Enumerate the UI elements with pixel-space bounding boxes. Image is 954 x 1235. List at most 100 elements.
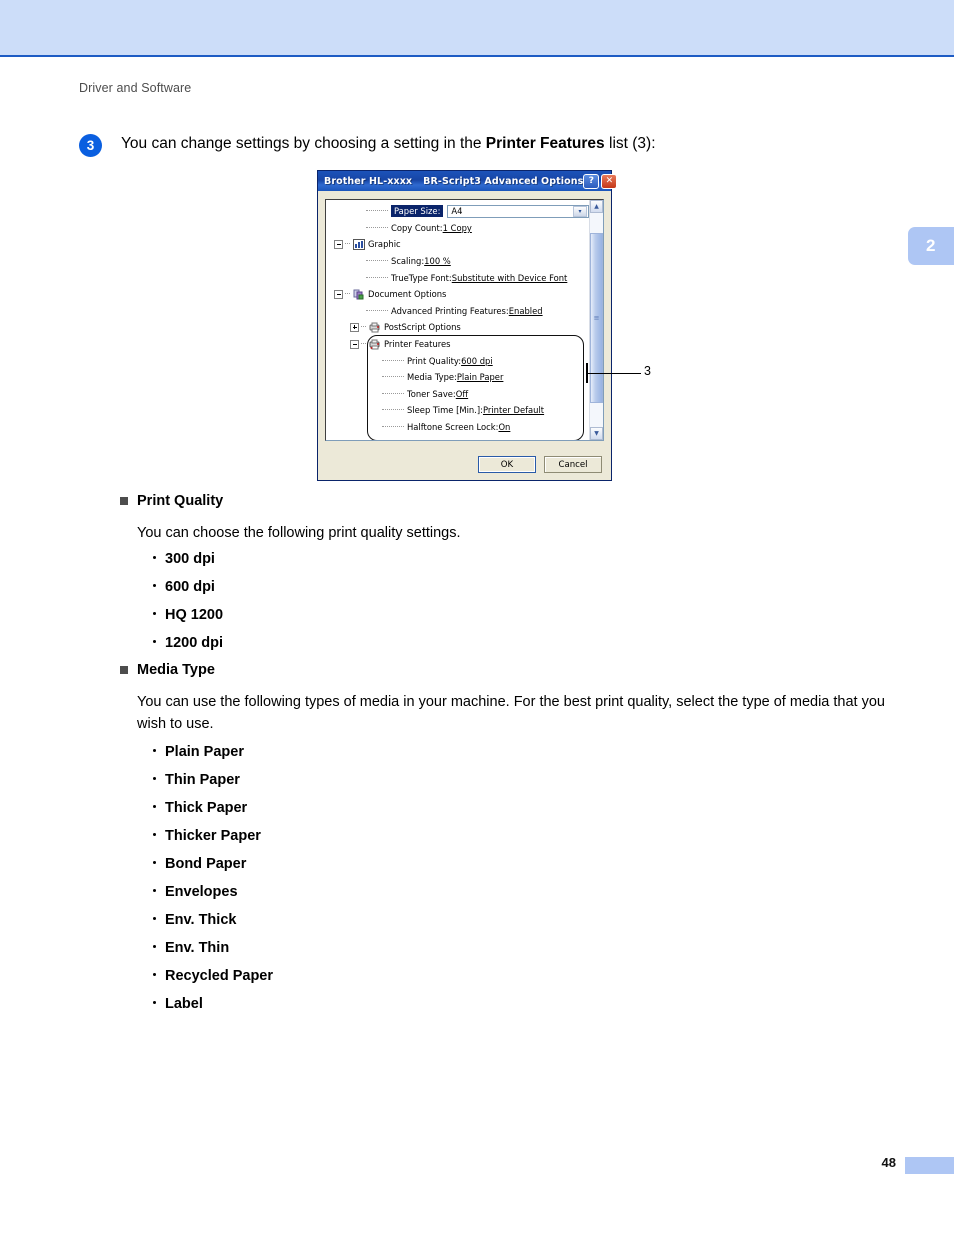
list-item-label: Thicker Paper xyxy=(165,828,261,844)
tree-list[interactable]: Paper Size: A4 ▾ Copy Count: 1 Copy Graphic S… xyxy=(326,200,589,440)
paper-size-value: A4 xyxy=(451,206,463,217)
step-3-row: 3 You can change settings by choosing a … xyxy=(79,133,879,157)
tree-item[interactable]: Sleep Time [Min.]: Printer Default xyxy=(326,402,589,419)
bullet-dot-icon xyxy=(153,945,156,948)
tree-item-value[interactable]: Plain Paper xyxy=(457,372,504,382)
section-paragraph: You can use the following types of media… xyxy=(137,694,885,732)
tree-item[interactable]: Copy Count: 1 Copy xyxy=(326,220,589,237)
scrollbar-track[interactable]: ≡ xyxy=(590,213,603,427)
square-bullet-icon xyxy=(120,497,128,505)
list-item: Recycled Paper xyxy=(153,968,273,996)
tree-connector xyxy=(382,359,404,362)
callout-3: 3 xyxy=(586,363,656,383)
tree-item-label: PostScript Options xyxy=(384,322,461,333)
titlebar-buttons: ? ✕ xyxy=(583,173,618,189)
paper-size-combobox[interactable]: A4 ▾ xyxy=(447,204,589,218)
tree-item[interactable]: PostScript Options xyxy=(326,319,589,336)
bullet-dot-icon xyxy=(153,777,156,780)
tree-item-value[interactable]: Off xyxy=(525,439,537,440)
tree-item-value[interactable]: Printer Default xyxy=(483,405,544,415)
bullet-dot-icon xyxy=(153,749,156,752)
list-item-label: HQ 1200 xyxy=(165,607,224,623)
tree-connector xyxy=(361,326,366,328)
tree-item-label: Advanced Printing Features: xyxy=(391,305,509,316)
chevron-down-icon[interactable]: ▾ xyxy=(573,205,587,217)
list-item: HQ 1200 xyxy=(153,607,223,635)
step-text-after: list (3): xyxy=(604,135,656,152)
running-head: Driver and Software xyxy=(79,81,192,95)
tree-item[interactable]: TrueType Font: Substitute with Device Fo… xyxy=(326,269,589,286)
list-item: 300 dpi xyxy=(153,551,223,579)
tree-item-label: Media Type: xyxy=(407,372,457,383)
list-item: Env. Thin xyxy=(153,940,273,968)
tree-item[interactable]: Printer Features xyxy=(326,336,589,353)
step-instruction-text: You can change settings by choosing a se… xyxy=(121,133,656,154)
tree-item[interactable]: Toner Save: Off xyxy=(326,386,589,403)
tree-item[interactable]: High Quality Image Printing: Off xyxy=(326,435,589,440)
bullet-dot-icon xyxy=(153,805,156,808)
graphic-icon xyxy=(353,238,365,250)
tree-item[interactable]: Paper Size: A4 ▾ xyxy=(326,203,589,220)
collapse-icon[interactable] xyxy=(350,339,359,349)
tree-item-label: Copy Count: xyxy=(391,222,443,233)
dialog-titlebar[interactable]: Brother HL-xxxx BR-Script3 Advanced Optio… xyxy=(318,171,618,191)
tree-connector xyxy=(382,392,404,395)
help-icon[interactable]: ? xyxy=(583,173,600,189)
list-item-label: 1200 dpi xyxy=(165,635,224,651)
tree-item[interactable]: Graphic xyxy=(326,236,589,253)
tree-item-value[interactable]: Off xyxy=(456,389,468,399)
bullet-dot-icon xyxy=(153,889,156,892)
tree-item[interactable]: Scaling: 100 % xyxy=(326,253,589,270)
tree-item[interactable]: Print Quality: 600 dpi xyxy=(326,352,589,369)
tree-item-value[interactable]: On xyxy=(498,422,510,432)
document-options-icon xyxy=(353,289,365,300)
tree-item-label: Halftone Screen Lock: xyxy=(407,422,499,433)
tree-item[interactable]: Media Type: Plain Paper xyxy=(326,369,589,386)
tree-item-label: High Quality Image Printing: xyxy=(407,439,525,440)
dialog-button-row: OK Cancel xyxy=(478,456,602,473)
section-heading: Media Type xyxy=(120,662,215,678)
cancel-button[interactable]: Cancel xyxy=(544,456,602,473)
list-item-label: Plain Paper xyxy=(165,744,244,760)
collapse-icon[interactable] xyxy=(334,239,343,249)
section-bullet-list: 300 dpi 600 dpi HQ 1200 1200 dpi xyxy=(153,551,223,663)
tree-item-label: TrueType Font: xyxy=(391,272,452,283)
bullet-dot-icon xyxy=(153,861,156,864)
expand-icon[interactable] xyxy=(350,322,359,332)
step-text-bold: Printer Features xyxy=(485,135,605,152)
list-item-label: Envelopes xyxy=(165,884,238,900)
scroll-up-icon[interactable]: ▲ xyxy=(590,200,603,213)
list-item-label: Label xyxy=(165,996,203,1012)
list-item: Bond Paper xyxy=(153,856,273,884)
scroll-down-icon[interactable]: ▼ xyxy=(590,427,603,440)
list-item: Thick Paper xyxy=(153,800,273,828)
collapse-icon[interactable] xyxy=(334,289,343,299)
callout-number: 3 xyxy=(644,364,651,378)
list-item: Envelopes xyxy=(153,884,273,912)
tree-connector xyxy=(366,226,388,229)
page-footer: 48 xyxy=(0,1155,954,1185)
advanced-options-tree[interactable]: Paper Size: A4 ▾ Copy Count: 1 Copy Graphic S… xyxy=(325,199,604,441)
tree-connector xyxy=(382,376,404,378)
tree-item-label: Print Quality: xyxy=(407,355,462,366)
tree-connector xyxy=(382,426,404,428)
tree-item[interactable]: Advanced Printing Features: Enabled xyxy=(326,303,589,320)
tree-item[interactable]: Halftone Screen Lock: On xyxy=(326,419,589,436)
bullet-dot-icon xyxy=(153,640,156,643)
tree-item-value[interactable]: Substitute with Device Font xyxy=(452,273,568,283)
close-icon[interactable]: ✕ xyxy=(601,173,618,189)
bullet-dot-icon xyxy=(153,1001,156,1004)
section-heading-text: Media Type xyxy=(137,662,215,678)
tree-item-value[interactable]: 1 Copy xyxy=(443,223,472,233)
tree-connector xyxy=(366,260,388,262)
tree-vertical-scrollbar[interactable]: ▲ ≡ ▼ xyxy=(589,200,603,440)
tree-item-value[interactable]: 600 dpi xyxy=(461,356,493,366)
tree-item[interactable]: Document Options xyxy=(326,286,589,303)
list-item-label: 600 dpi xyxy=(165,579,215,595)
ok-button[interactable]: OK xyxy=(478,456,536,473)
tree-item-value[interactable]: Enabled xyxy=(509,306,543,316)
tree-connector xyxy=(345,243,350,245)
bullet-dot-icon xyxy=(153,973,156,976)
tree-item-value[interactable]: 100 % xyxy=(424,256,451,266)
list-item-label: Thin Paper xyxy=(165,772,240,788)
